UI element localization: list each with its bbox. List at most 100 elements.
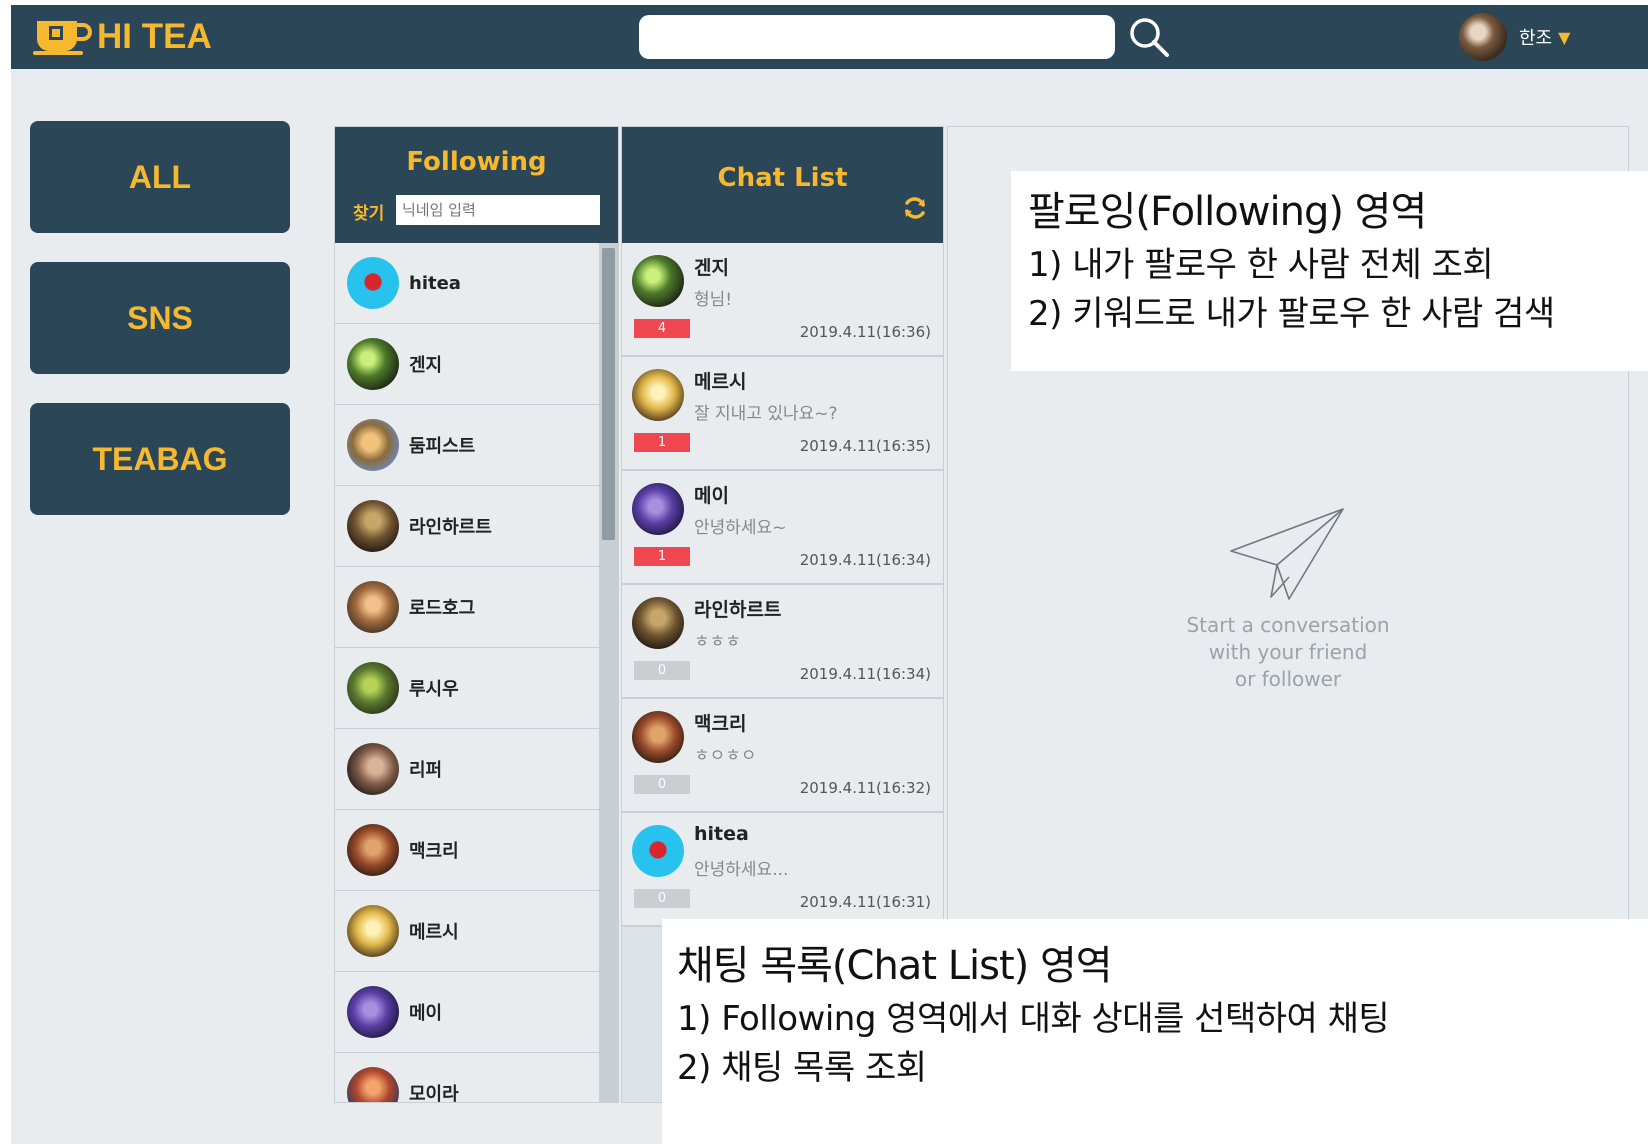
chat-last-message: ㅎㅎㅎ	[694, 632, 741, 652]
lucio-avatar	[347, 662, 399, 714]
chat-last-message: 안녕하세요...	[694, 860, 789, 880]
chat-list-annotation-title: 채팅 목록(Chat List) 영역	[677, 943, 1113, 989]
genji-avatar	[347, 338, 399, 390]
refresh-icon[interactable]	[902, 195, 928, 221]
following-panel: Following 찾기 hitea 겐지 둠피스트 라인하르트	[334, 126, 619, 1103]
brand-name: HI TEA	[97, 17, 212, 56]
chat-name: hitea	[694, 823, 749, 845]
following-name: 맥크리	[409, 841, 459, 862]
hitea-avatar	[632, 825, 684, 877]
caret-down-icon: ▼	[1558, 27, 1571, 47]
chat-list-annotation-line1: 1) Following 영역에서 대화 상대를 선택하여 채팅	[677, 999, 1390, 1039]
following-name: 둠피스트	[409, 436, 476, 457]
chat-last-message: 잘 지내고 있나요~?	[694, 404, 838, 424]
following-name: 메르시	[409, 922, 459, 943]
following-name: 로드호그	[409, 598, 476, 619]
nav-sns-button[interactable]: SNS	[30, 262, 290, 374]
following-list: hitea 겐지 둠피스트 라인하르트 로드호그 루시우 리퍼 맥크리 메르시 …	[335, 243, 599, 1102]
nav-teabag-button[interactable]: TEABAG	[30, 403, 290, 515]
following-annotation-line1: 1) 내가 팔로우 한 사람 전체 조회	[1028, 245, 1494, 285]
mercy-avatar	[632, 369, 684, 421]
chat-last-message: 안녕하세요~	[694, 518, 787, 538]
following-annotation-line2: 2) 키워드로 내가 팔로우 한 사람 검색	[1028, 294, 1555, 334]
chat-last-message: 형님!	[694, 290, 733, 310]
chat-item[interactable]: 맥크리 ㅎㅇㅎㅇ 0 2019.4.11(16:32)	[622, 699, 943, 813]
doomfist-avatar	[347, 419, 399, 471]
chat-list-header: Chat List	[622, 127, 943, 243]
following-name: 메이	[409, 1003, 443, 1024]
following-scrollbar[interactable]	[599, 243, 618, 1102]
chat-time: 2019.4.11(16:31)	[799, 893, 931, 911]
chat-list-title: Chat List	[717, 163, 848, 193]
chat-name: 겐지	[694, 257, 729, 279]
mccree-avatar	[632, 711, 684, 763]
following-name: 겐지	[409, 355, 443, 376]
following-item[interactable]: 메이	[335, 972, 599, 1053]
unread-badge: 0	[634, 889, 690, 908]
chat-name: 맥크리	[694, 713, 747, 735]
genji-avatar	[632, 255, 684, 307]
chat-item[interactable]: 겐지 형님! 4 2019.4.11(16:36)	[622, 243, 943, 357]
unread-badge: 0	[634, 775, 690, 794]
chat-item[interactable]: 라인하르트 ㅎㅎㅎ 0 2019.4.11(16:34)	[622, 585, 943, 699]
following-name: hitea	[409, 272, 461, 294]
following-item[interactable]: 메르시	[335, 891, 599, 972]
following-item[interactable]: 겐지	[335, 324, 599, 405]
chat-time: 2019.4.11(16:34)	[799, 551, 931, 569]
scrollbar-thumb[interactable]	[602, 248, 615, 540]
search-input[interactable]	[639, 15, 1115, 59]
unread-badge: 0	[634, 661, 690, 680]
following-item[interactable]: 루시우	[335, 648, 599, 729]
chat-list-annotation: 채팅 목록(Chat List) 영역 1) Following 영역에서 대화…	[662, 919, 1648, 1144]
following-item[interactable]: 모이라	[335, 1053, 599, 1102]
following-item[interactable]: 라인하르트	[335, 486, 599, 567]
chat-item[interactable]: hitea 안녕하세요... 0 2019.4.11(16:31)	[622, 813, 943, 927]
hitea-avatar	[347, 257, 399, 309]
reinhardt-avatar	[632, 597, 684, 649]
chat-last-message: ㅎㅇㅎㅇ	[694, 746, 757, 766]
user-name: 한조	[1519, 28, 1553, 49]
following-item[interactable]: 리퍼	[335, 729, 599, 810]
chat-list-annotation-line2: 2) 채팅 목록 조회	[677, 1048, 927, 1088]
paper-plane-icon	[1230, 508, 1344, 600]
nav-all-button[interactable]: ALL	[30, 121, 290, 233]
chat-time: 2019.4.11(16:32)	[799, 779, 931, 797]
moira-avatar	[347, 1067, 399, 1102]
chat-item[interactable]: 메이 안녕하세요~ 1 2019.4.11(16:34)	[622, 471, 943, 585]
reaper-avatar	[347, 743, 399, 795]
following-name: 리퍼	[409, 760, 443, 781]
following-annotation-title: 팔로잉(Following) 영역	[1028, 189, 1427, 235]
find-label: 찾기	[353, 204, 385, 224]
search-icon[interactable]	[1127, 15, 1173, 61]
logo[interactable]: HI TEA	[31, 15, 212, 59]
following-item[interactable]: 둠피스트	[335, 405, 599, 486]
unread-badge: 1	[634, 433, 690, 452]
mccree-avatar	[347, 824, 399, 876]
following-header: Following 찾기	[335, 127, 618, 243]
reinhardt-avatar	[347, 500, 399, 552]
roadhog-avatar	[347, 581, 399, 633]
following-name: 라인하르트	[409, 517, 492, 538]
chat-name: 라인하르트	[694, 599, 782, 621]
following-title: Following	[406, 147, 547, 177]
nickname-search-input[interactable]	[396, 195, 600, 225]
following-item[interactable]: 로드호그	[335, 567, 599, 648]
unread-badge: 1	[634, 547, 690, 566]
chat-list: 겐지 형님! 4 2019.4.11(16:36) 메르시 잘 지내고 있나요~…	[622, 243, 943, 927]
chat-time: 2019.4.11(16:35)	[799, 437, 931, 455]
following-item[interactable]: hitea	[335, 243, 599, 324]
mei-avatar	[632, 483, 684, 535]
chat-item[interactable]: 메르시 잘 지내고 있나요~? 1 2019.4.11(16:35)	[622, 357, 943, 471]
app-window: HI TEA 한조 ▼ ALL SNS TEABAG Following 찾기 …	[11, 5, 1648, 1144]
chat-time: 2019.4.11(16:36)	[799, 323, 931, 341]
mei-avatar	[347, 986, 399, 1038]
chat-name: 메이	[694, 485, 729, 507]
teacup-logo-icon	[33, 21, 92, 55]
following-name: 루시우	[409, 679, 459, 700]
chat-name: 메르시	[694, 371, 747, 393]
unread-badge: 4	[634, 319, 690, 338]
following-item[interactable]: 맥크리	[335, 810, 599, 891]
chat-time: 2019.4.11(16:34)	[799, 665, 931, 683]
user-avatar	[1459, 13, 1507, 61]
user-menu[interactable]: 한조 ▼	[1459, 13, 1570, 61]
